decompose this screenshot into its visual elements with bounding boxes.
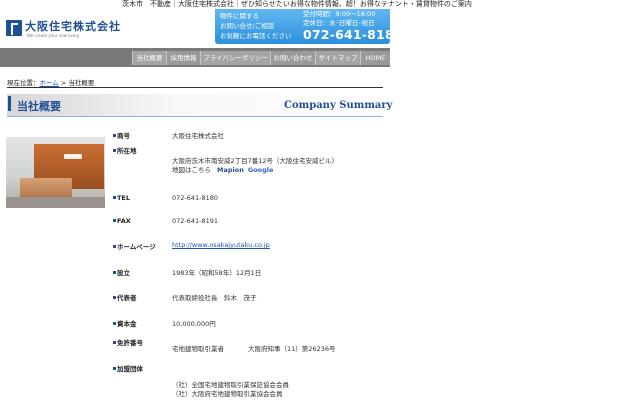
contact-line-1: 物件に関する — [220, 12, 259, 20]
phone-number[interactable]: 072-641-8180 — [303, 27, 403, 42]
fax-value: 072-641-8191 — [172, 217, 219, 225]
title-underline — [7, 116, 383, 117]
brand-subtitle: We create your new living — [27, 33, 80, 38]
breadcrumb-separator: > — [58, 79, 69, 87]
nav-contact[interactable]: お問い合わせ — [270, 51, 315, 65]
business-hours: 受付時間：9:00〜18:00 — [303, 10, 376, 18]
license-type: 宅地建物取引業者 — [172, 345, 224, 353]
breadcrumb-prefix: 現在位置： — [7, 79, 40, 87]
site-header: 大阪住宅株式会社 We create your new living 物件に関す… — [0, 9, 403, 46]
fax-label: FAX — [113, 217, 131, 225]
page-title-english: Company Summary — [284, 100, 393, 111]
company-logo-icon[interactable] — [6, 20, 22, 36]
company-brand[interactable]: 大阪住宅株式会社 — [25, 18, 121, 34]
page-title: 当社概要 — [8, 96, 61, 113]
association-label: 加盟団体 — [113, 363, 143, 373]
address-label: 所在地 — [113, 145, 137, 155]
photo-logo-mark — [64, 154, 82, 159]
company-summary-page: 茨木市 不動産｜大阪住宅株式会社｜ぜひ知らせたいお得な物件情報、超！お得なテナン… — [0, 0, 640, 400]
map-text: 地図はこちら — [172, 166, 211, 174]
nav-recruitment[interactable]: 採用情報 — [166, 51, 200, 65]
mapion-link[interactable]: Mapion — [217, 166, 244, 174]
homepage-link[interactable]: http://www.osakajyutaku.co.jp — [172, 241, 270, 249]
main-navigation: 当社概要 採用情報 プライバシーポリシー お問い合わせ サイトマップ HOME — [0, 48, 390, 67]
breadcrumb-current: 当社概要 — [68, 79, 95, 87]
office-reception-photo — [6, 137, 105, 208]
contact-line-3: お気軽にお電話ください — [220, 32, 292, 40]
homepage-label: ホームページ — [113, 241, 156, 251]
license-number: 大阪府知事（11）第26236号 — [248, 345, 336, 353]
tel-value[interactable]: 072-641-8180 — [172, 194, 218, 202]
contact-message: 物件に関する お問い合せ/ご相談 お気軽にお電話ください — [220, 11, 292, 41]
breadcrumb: 現在位置：ホーム > 当社概要 — [7, 77, 94, 87]
breadcrumb-home-link[interactable]: ホーム — [40, 79, 59, 87]
representative-value: 代表取締役社長 鈴木 茂子 — [172, 294, 257, 302]
company-name-value: 大阪住宅株式会社 — [172, 132, 224, 140]
nav-company-summary[interactable]: 当社概要 — [132, 51, 166, 65]
nav-sitemap[interactable]: サイトマップ — [315, 51, 360, 65]
capital-value: 10,000,000円 — [172, 320, 216, 328]
company-name-label: 商号 — [113, 130, 130, 140]
association-2: （社）大阪府宅地建物取引業協会会員 — [172, 390, 283, 398]
established-value: 1983年（昭和58年）12月1日 — [172, 269, 262, 277]
nav-home[interactable]: HOME — [360, 51, 390, 65]
map-links: 地図はこちら Mapion Google — [172, 164, 273, 174]
contact-line-2: お問い合せ/ご相談 — [220, 22, 275, 30]
established-label: 設立 — [113, 267, 130, 277]
photo-floor — [6, 197, 105, 208]
contact-banner[interactable]: 物件に関する お問い合せ/ご相談 お気軽にお電話ください 受付時間：9:00〜1… — [215, 9, 403, 44]
representative-label: 代表者 — [113, 292, 137, 302]
contact-hours: 受付時間：9:00〜18:00 定休日：水･日曜日･祝日 — [303, 10, 375, 28]
license-label: 免許番号 — [113, 337, 143, 347]
capital-label: 資本金 — [113, 318, 137, 328]
google-map-link[interactable]: Google — [248, 166, 274, 174]
nav-privacy-policy[interactable]: プライバシーポリシー — [200, 51, 270, 65]
tel-label: TEL — [113, 194, 130, 202]
title-top-rule — [7, 87, 383, 88]
site-tagline: 茨木市 不動産｜大阪住宅株式会社｜ぜひ知らせたいお得な物件情報、超！お得なテナン… — [122, 0, 472, 8]
